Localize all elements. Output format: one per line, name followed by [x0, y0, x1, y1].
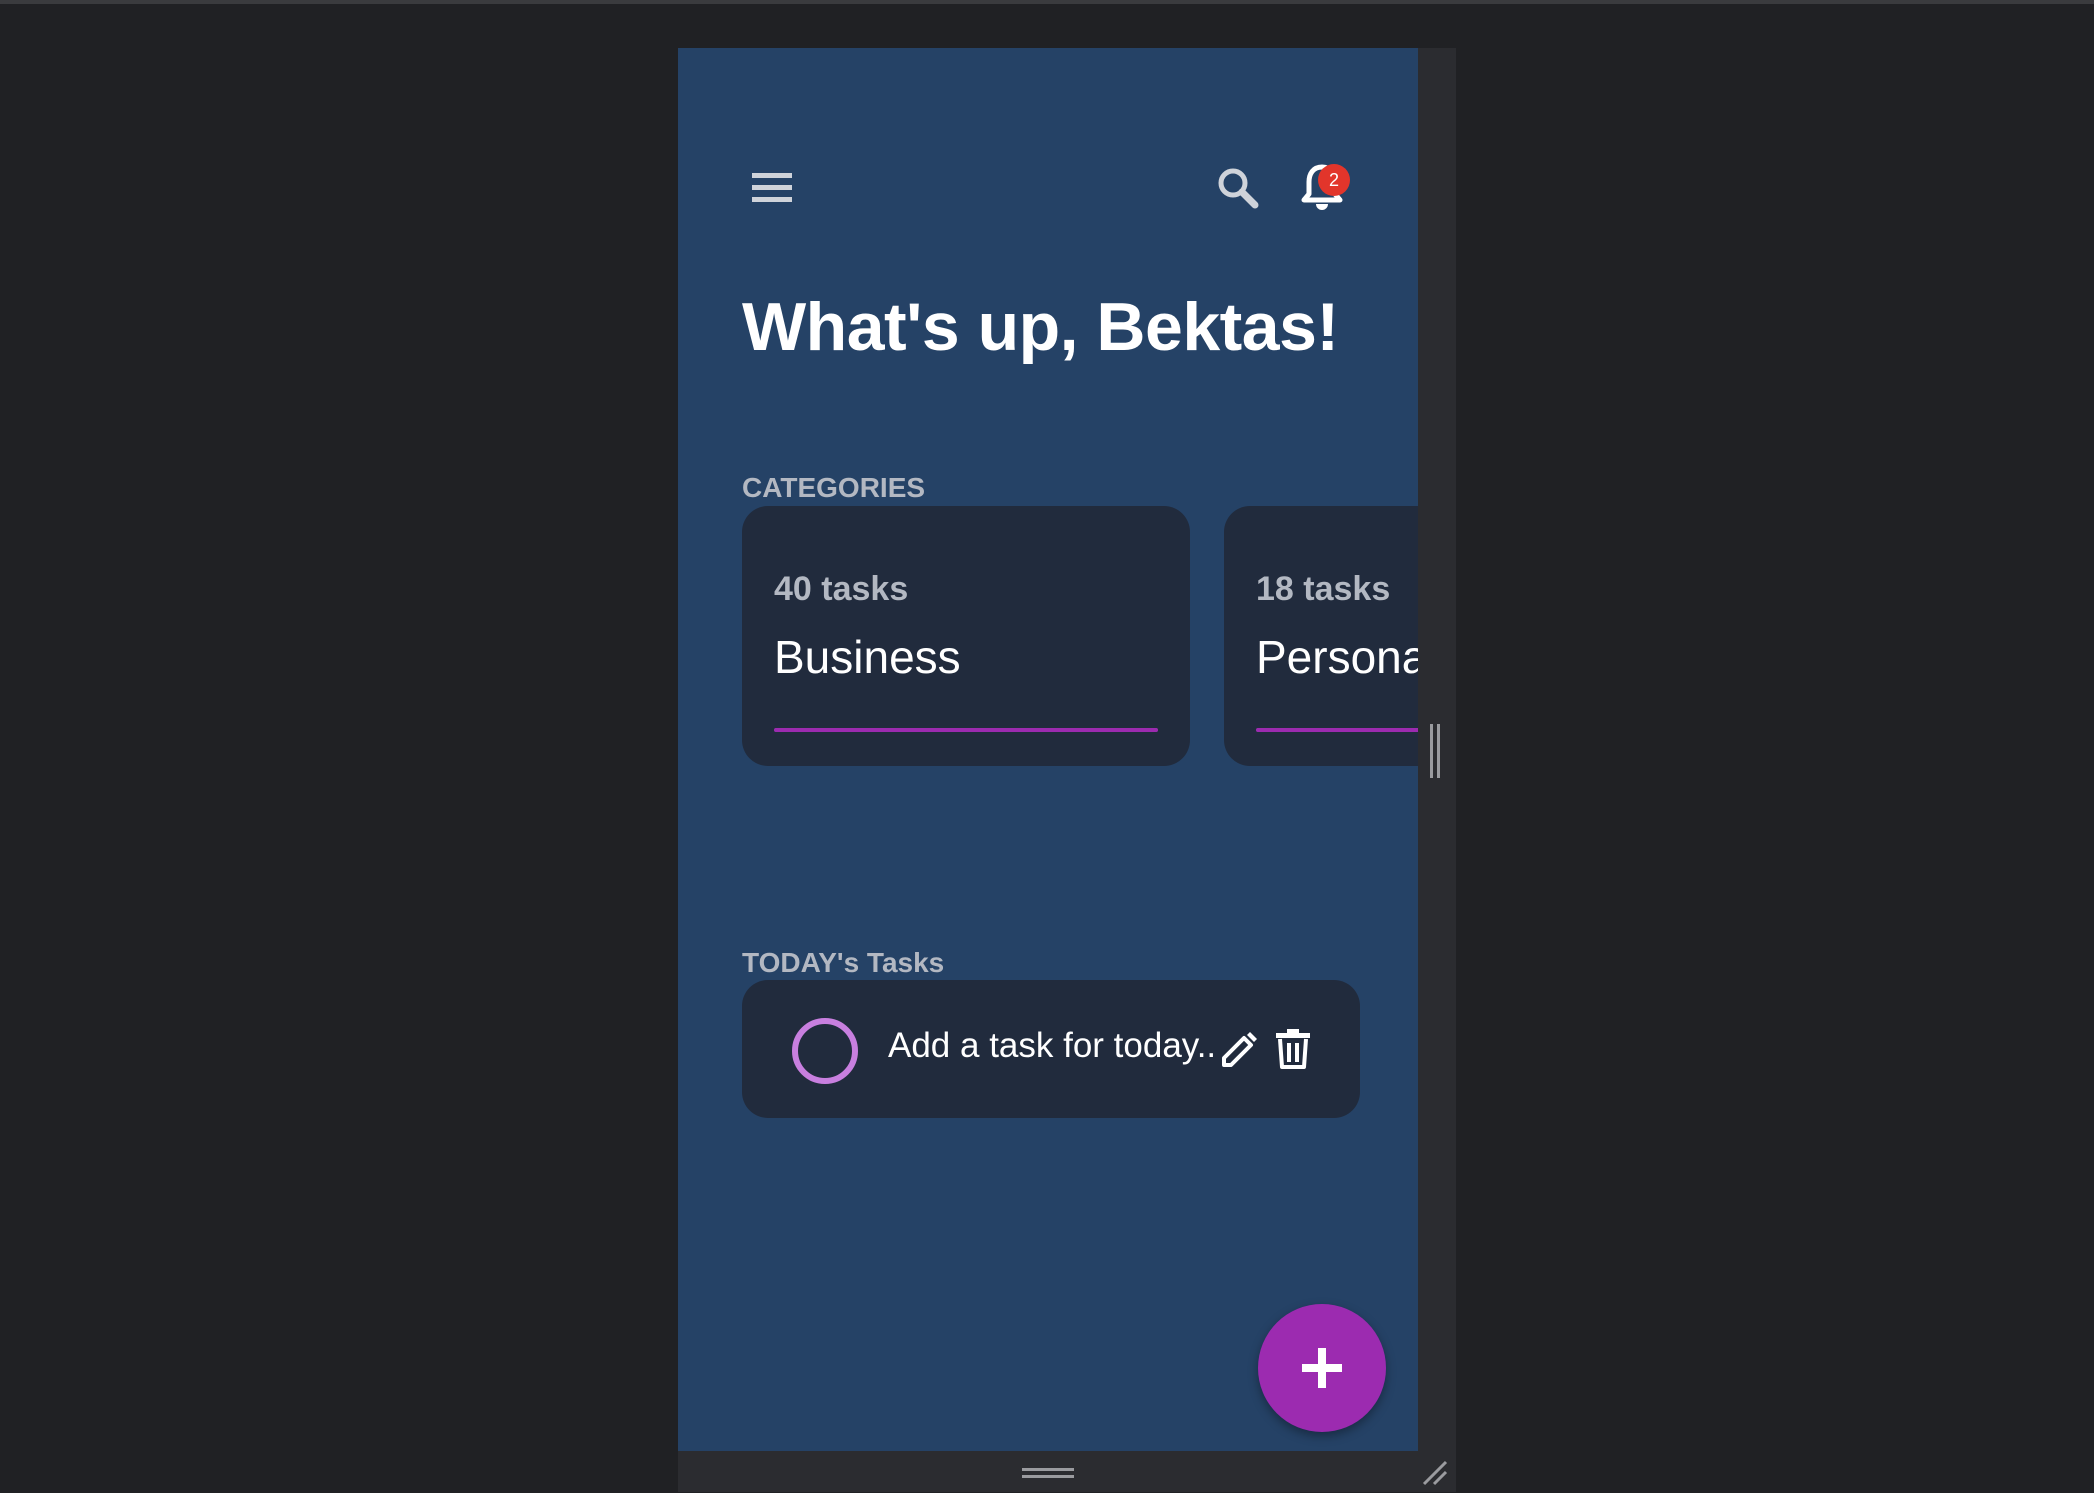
category-name: Business — [774, 631, 961, 683]
category-card-personal[interactable]: 18 tasks Personal — [1224, 506, 1418, 766]
resize-corner-icon[interactable] — [1420, 1458, 1450, 1488]
category-card-business[interactable]: 40 tasks Business — [742, 506, 1190, 766]
category-progress-fill — [774, 728, 1158, 732]
task-item[interactable]: Add a task for today.. — [742, 980, 1360, 1118]
category-progress-bar — [774, 728, 1158, 732]
menu-icon — [752, 173, 792, 202]
notification-badge: 2 — [1318, 164, 1350, 196]
pencil-icon — [1222, 1032, 1257, 1067]
category-progress-fill — [1256, 728, 1418, 732]
greeting-title: What's up, Bektas! — [742, 289, 1339, 365]
trash-icon — [1276, 1029, 1310, 1069]
bottom-resize-handle[interactable] — [1022, 1468, 1074, 1478]
edit-task-button[interactable] — [1214, 1024, 1264, 1074]
search-button[interactable] — [1210, 160, 1266, 216]
task-checkbox[interactable] — [792, 1018, 858, 1084]
todays-tasks-heading: TODAY's Tasks — [742, 947, 945, 978]
category-task-count: 18 tasks — [1256, 570, 1391, 608]
category-progress-bar — [1256, 728, 1418, 732]
search-icon — [1218, 168, 1259, 209]
window-top-border — [0, 0, 2094, 4]
delete-task-button[interactable] — [1268, 1024, 1318, 1074]
plus-icon — [1302, 1348, 1342, 1388]
category-task-count: 40 tasks — [774, 570, 909, 608]
category-name: Personal — [1256, 631, 1418, 683]
app-screen: 2 What's up, Bektas! CATEGORIES 40 tasks… — [678, 48, 1418, 1451]
categories-heading: CATEGORIES — [742, 472, 926, 503]
menu-button[interactable] — [744, 160, 800, 216]
side-resize-handle[interactable] — [1430, 724, 1440, 778]
task-text: Add a task for today.. — [888, 1026, 1217, 1065]
add-task-button[interactable] — [1258, 1304, 1386, 1432]
